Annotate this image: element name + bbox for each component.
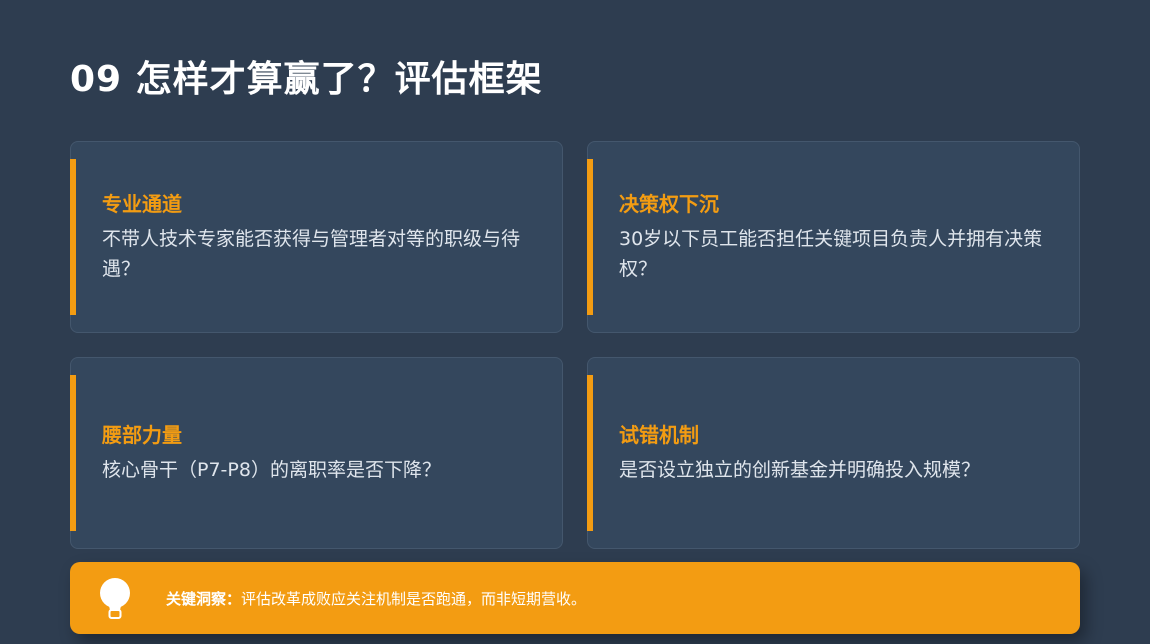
card-content: 决策权下沉 30岁以下员工能否担任关键项目负责人并拥有决策权？ — [619, 142, 1055, 332]
criteria-card-decision-power: 决策权下沉 30岁以下员工能否担任关键项目负责人并拥有决策权？ — [587, 141, 1080, 333]
card-content: 专业通道 不带人技术专家能否获得与管理者对等的职级与待遇？ — [102, 142, 538, 332]
lightbulb-icon — [100, 578, 130, 619]
card-accent-bar — [587, 375, 593, 531]
card-content: 腰部力量 核心骨干（P7-P8）的离职率是否下降？ — [102, 358, 538, 548]
card-text: 是否设立独立的创新基金并明确投入规模？ — [619, 459, 981, 481]
criteria-card-professional-track: 专业通道 不带人技术专家能否获得与管理者对等的职级与待遇？ — [70, 141, 563, 333]
page-title: 09 怎样才算赢了？评估框架 — [70, 59, 543, 100]
criteria-card-core-staff: 腰部力量 核心骨干（P7-P8）的离职率是否下降？ — [70, 357, 563, 549]
card-content: 试错机制 是否设立独立的创新基金并明确投入规模？ — [619, 358, 1055, 548]
insight-body: 评估改革成败应关注机制是否跑通，而非短期营收。 — [241, 589, 587, 608]
card-text: 不带人技术专家能否获得与管理者对等的职级与待遇？ — [102, 228, 521, 280]
card-text: 30岁以下员工能否担任关键项目负责人并拥有决策权？ — [619, 228, 1043, 280]
card-text: 核心骨干（P7-P8）的离职率是否下降？ — [102, 459, 441, 481]
card-heading: 试错机制 — [619, 423, 699, 447]
insight-text: 关键洞察： 评估改革成败应关注机制是否跑通，而非短期营收。 — [166, 562, 586, 634]
card-heading: 决策权下沉 — [619, 192, 719, 216]
insight-label: 关键洞察： — [166, 589, 242, 608]
card-accent-bar — [70, 375, 76, 531]
card-heading: 专业通道 — [102, 192, 182, 216]
card-heading: 腰部力量 — [102, 423, 182, 447]
card-accent-bar — [587, 159, 593, 315]
card-accent-bar — [70, 159, 76, 315]
criteria-grid: 专业通道 不带人技术专家能否获得与管理者对等的职级与待遇？ 决策权下沉 30岁以… — [70, 141, 1080, 549]
key-insight-banner: 关键洞察： 评估改革成败应关注机制是否跑通，而非短期营收。 — [70, 562, 1080, 634]
criteria-card-trial-and-error: 试错机制 是否设立独立的创新基金并明确投入规模？ — [587, 357, 1080, 549]
